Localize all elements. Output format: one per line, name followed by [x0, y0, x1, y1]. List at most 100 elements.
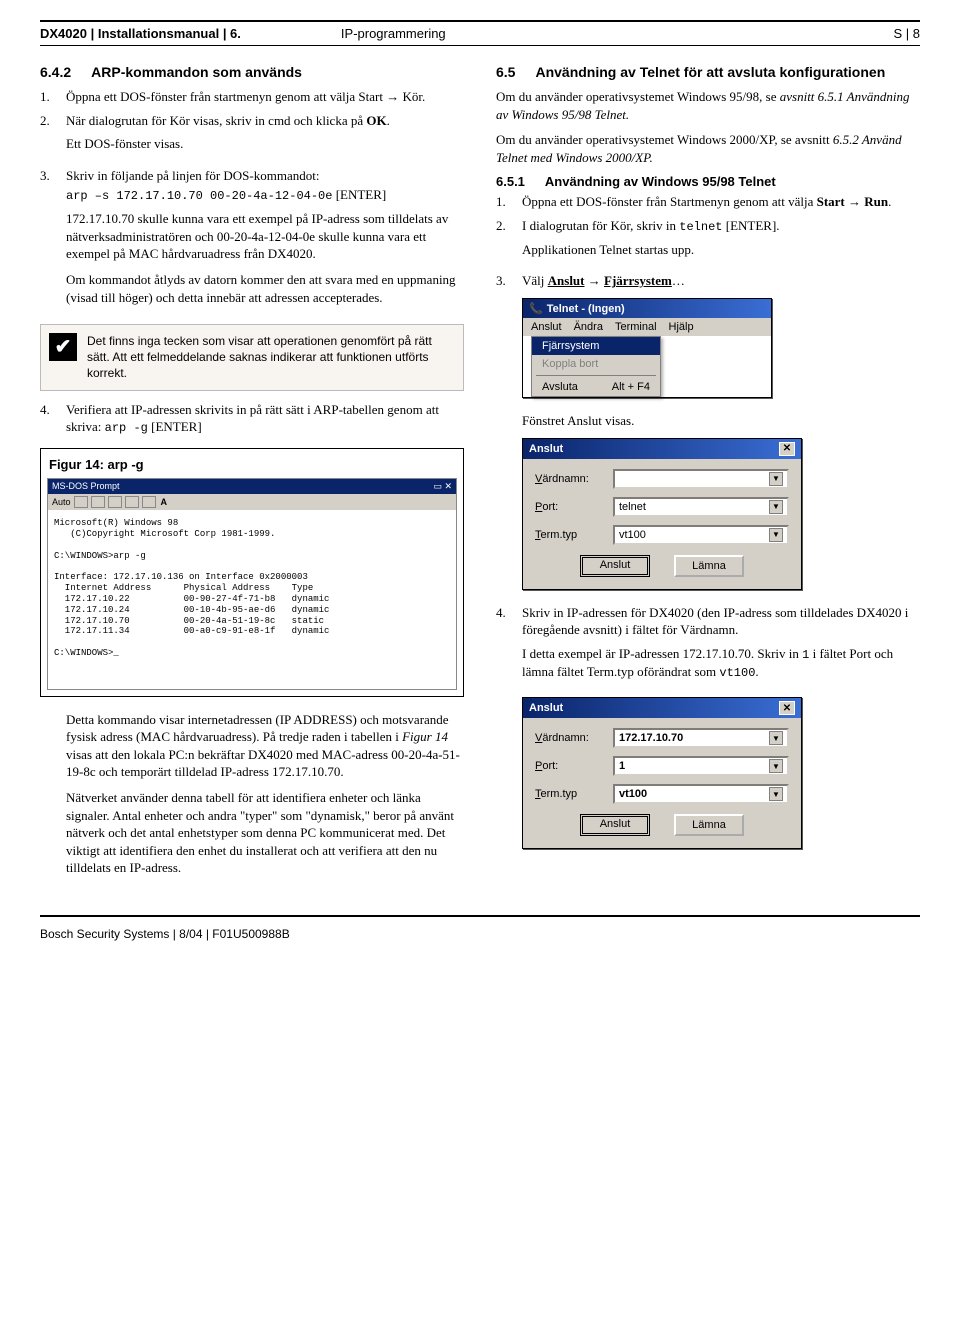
label-termtyp: Term.typ — [535, 788, 613, 800]
input-vardnamn[interactable]: 172.17.10.70 ▼ — [613, 728, 789, 748]
dos-titlebar: MS-DOS Prompt ▭ ✕ — [48, 479, 456, 494]
heading-number: 6.5 — [496, 64, 515, 80]
lamna-button[interactable]: Lämna — [674, 814, 744, 836]
paragraph: Om du använder operativsystemet Windows … — [496, 88, 920, 123]
telnet-app-icon: 📞 — [529, 302, 543, 315]
chevron-down-icon[interactable]: ▼ — [769, 731, 783, 745]
menu-item-avsluta[interactable]: Avsluta Alt + F4 — [532, 378, 660, 396]
figure-label: Figur 14: arp -g — [47, 455, 457, 478]
check-icon: ✔ — [49, 333, 77, 361]
telnet-titlebar: 📞 Telnet - (Ingen) — [523, 299, 771, 318]
page-footer: Bosch Security Systems | 8/04 | F01U5009… — [40, 915, 920, 941]
chevron-down-icon[interactable]: ▼ — [769, 500, 783, 514]
heading-6-4-2: 6.4.2 ARP-kommandon som används — [40, 64, 464, 80]
dos-toolbar: Auto A — [48, 494, 456, 510]
step-number: 4. — [496, 604, 512, 689]
toolbar-icon — [108, 496, 122, 508]
telnet-title: Telnet - (Ingen) — [547, 303, 625, 315]
window-controls-icon: ▭ ✕ — [433, 481, 452, 492]
step-number: 2. — [496, 217, 512, 267]
font-a-icon: A — [161, 497, 168, 507]
dos-window: MS-DOS Prompt ▭ ✕ Auto A Microsoft(R) Wi… — [47, 478, 457, 689]
heading-6-5: 6.5 Användning av Telnet för att avsluta… — [496, 64, 920, 80]
page-header: DX4020 | Installationsmanual | 6. IP-pro… — [40, 20, 920, 46]
step-number: 3. — [496, 272, 512, 290]
step-body: Öppna ett DOS-fönster från startmenyn ge… — [66, 88, 464, 106]
anslut-dialog-1: Anslut ✕ Värdnamn: ▼ Port: telnet — [522, 438, 802, 590]
step-body: Öppna ett DOS-fönster från Startmenyn ge… — [522, 193, 920, 211]
label-port: Port: — [535, 760, 613, 772]
step-number: 3. — [40, 167, 56, 314]
header-center: IP-programmering — [341, 26, 446, 41]
step-body: Verifiera att IP-adressen skrivits in på… — [66, 401, 464, 437]
input-port[interactable]: 1 ▼ — [613, 756, 789, 776]
paragraph: Om du använder operativsystemet Windows … — [496, 131, 920, 166]
heading-number: 6.5.1 — [496, 174, 525, 189]
menu-item-koppla-bort: Koppla bort — [532, 355, 660, 373]
heading-text: Användning av Telnet för att avsluta kon… — [535, 64, 885, 80]
dos-output: Microsoft(R) Windows 98 (C)Copyright Mic… — [48, 510, 456, 688]
dialog-title: Anslut — [529, 443, 563, 455]
dialog-titlebar: Anslut ✕ — [523, 439, 801, 459]
toolbar-icon — [142, 496, 156, 508]
menu-terminal[interactable]: Terminal — [615, 321, 657, 333]
dos-title: MS-DOS Prompt — [52, 481, 120, 492]
input-termtyp[interactable]: vt100 ▼ — [613, 784, 789, 804]
paragraph: Om kommandot åtlyds av datorn kommer den… — [66, 271, 464, 306]
left-column: 6.4.2 ARP-kommandon som används 1. Öppna… — [40, 64, 464, 885]
note-text: Det finns inga tecken som visar att oper… — [87, 333, 453, 382]
heading-number: 6.4.2 — [40, 64, 71, 80]
heading-text: Användning av Windows 95/98 Telnet — [545, 174, 776, 189]
heading-text: ARP-kommandon som används — [91, 64, 302, 80]
step-number: 4. — [40, 401, 56, 437]
step-subtext: Ett DOS-fönster visas. — [66, 135, 464, 153]
menu-hjalp[interactable]: Hjälp — [669, 321, 694, 333]
telnet-window: 📞 Telnet - (Ingen) Anslut Ändra Terminal… — [522, 298, 772, 398]
toolbar-icon — [91, 496, 105, 508]
chevron-down-icon[interactable]: ▼ — [769, 528, 783, 542]
menu-anslut[interactable]: Anslut — [531, 321, 562, 333]
label-vardnamn: Värdnamn: — [535, 473, 613, 485]
step-body: Skriv in följande på linjen för DOS-komm… — [66, 167, 464, 314]
header-left: DX4020 | Installationsmanual | 6. — [40, 26, 241, 41]
chevron-down-icon[interactable]: ▼ — [769, 472, 783, 486]
menu-separator — [536, 375, 656, 376]
anslut-button[interactable]: Anslut — [580, 555, 650, 577]
label-vardnamn: Värdnamn: — [535, 732, 613, 744]
label-port: Port: — [535, 501, 613, 513]
chevron-down-icon[interactable]: ▼ — [769, 787, 783, 801]
step-body: Välj Anslut → Fjärrsystem… — [522, 272, 920, 290]
step-number: 2. — [40, 112, 56, 161]
dialog-titlebar: Anslut ✕ — [523, 698, 801, 718]
step-subtext: Applikationen Telnet startas upp. — [522, 241, 920, 259]
paragraph: Nätverket använder denna tabell för att … — [66, 789, 464, 877]
step-subtext: I detta exempel är IP-adressen 172.17.10… — [522, 645, 920, 681]
label-termtyp: Term.typ — [535, 529, 613, 541]
figure-14: Figur 14: arp -g MS-DOS Prompt ▭ ✕ Auto … — [40, 448, 464, 696]
close-icon[interactable]: ✕ — [779, 701, 795, 715]
toolbar-icon — [74, 496, 88, 508]
command-text: arp –s 172.17.10.70 00-20-4a-12-04-0e — [66, 189, 332, 203]
step-number: 1. — [40, 88, 56, 106]
right-column: 6.5 Användning av Telnet för att avsluta… — [496, 64, 920, 885]
input-vardnamn[interactable]: ▼ — [613, 469, 789, 489]
telnet-menubar: Anslut Ändra Terminal Hjälp — [523, 318, 771, 336]
anslut-dropdown: Fjärrsystem Koppla bort Avsluta Alt + F4 — [531, 336, 661, 397]
paragraph: Fönstret Anslut visas. — [522, 412, 920, 430]
input-termtyp[interactable]: vt100 ▼ — [613, 525, 789, 545]
input-port[interactable]: telnet ▼ — [613, 497, 789, 517]
anslut-button[interactable]: Anslut — [580, 814, 650, 836]
anslut-dialog-2: Anslut ✕ Värdnamn: 172.17.10.70 ▼ Port: — [522, 697, 802, 849]
paragraph: 172.17.10.70 skulle kunna vara ett exemp… — [66, 210, 464, 263]
heading-6-5-1: 6.5.1 Användning av Windows 95/98 Telnet — [496, 174, 920, 189]
chevron-down-icon[interactable]: ▼ — [769, 759, 783, 773]
lamna-button[interactable]: Lämna — [674, 555, 744, 577]
close-icon[interactable]: ✕ — [779, 442, 795, 456]
step-body: När dialogrutan för Kör visas, skriv in … — [66, 112, 464, 161]
menu-item-fjarrsystem[interactable]: Fjärrsystem — [532, 337, 660, 355]
step-body: I dialogrutan för Kör, skriv in telnet [… — [522, 217, 920, 267]
step-body: Skriv in IP-adressen för DX4020 (den IP-… — [522, 604, 920, 689]
header-right: S | 8 — [893, 26, 920, 41]
menu-andra[interactable]: Ändra — [574, 321, 603, 333]
dos-auto-label: Auto — [52, 497, 71, 507]
